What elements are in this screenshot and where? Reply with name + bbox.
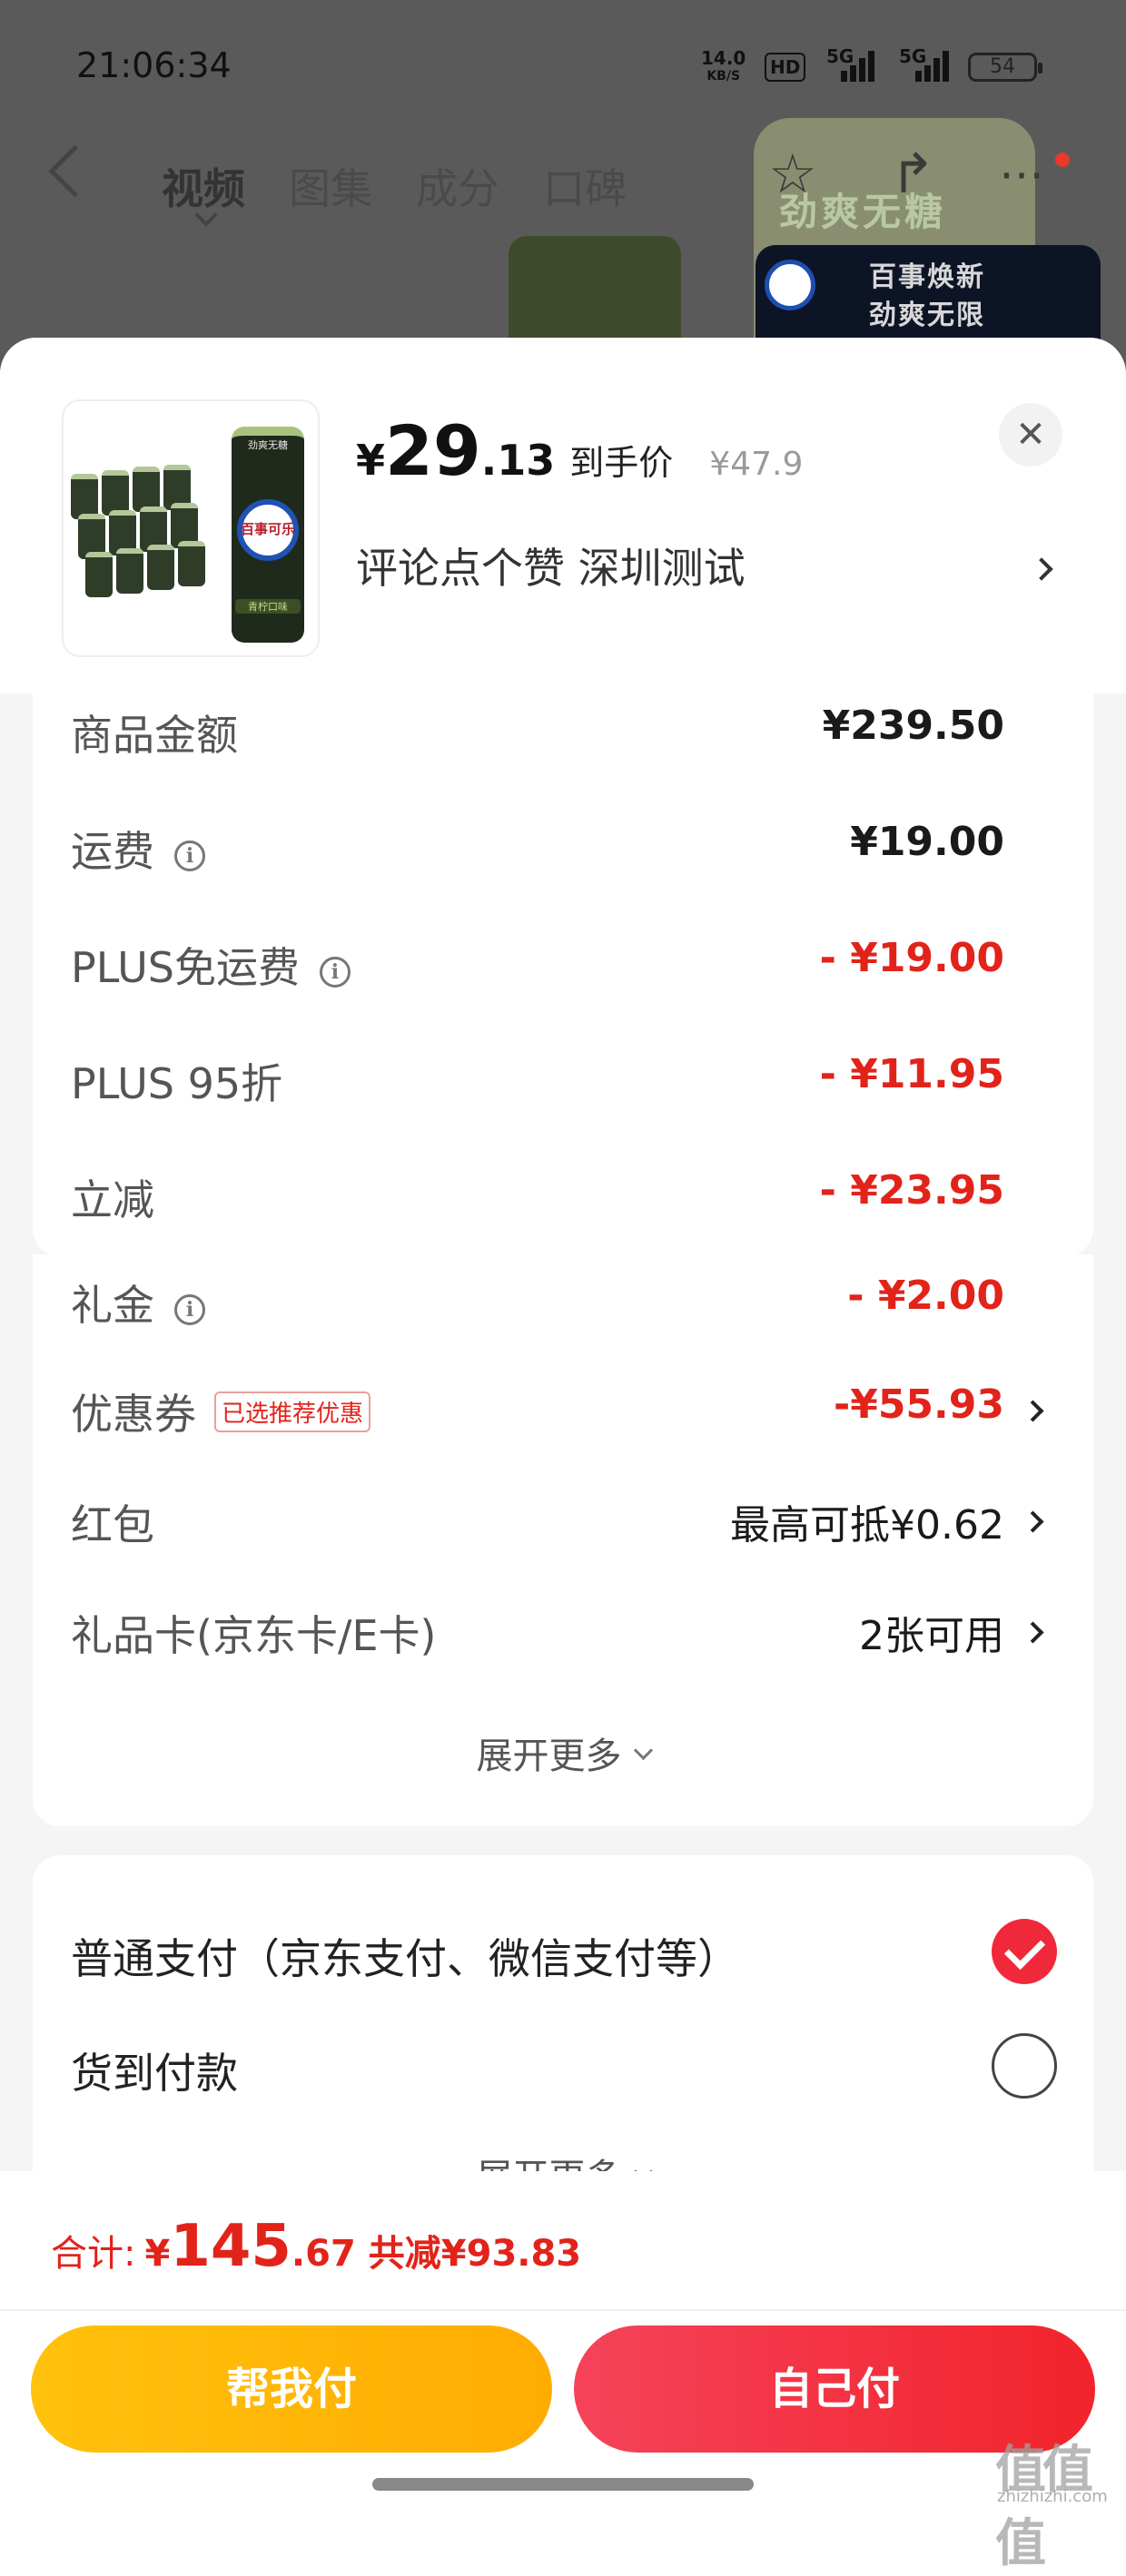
final-price-label: 到手价 [569, 443, 674, 483]
radio-unselected-icon[interactable] [992, 2033, 1057, 2099]
info-icon[interactable]: i [319, 957, 351, 988]
tab-ingredients[interactable]: 成分 [416, 156, 499, 216]
fee-row-plus-free-shipping: PLUS免运费 i - ¥19.00 [71, 935, 1004, 992]
pepsi-logo-icon [765, 260, 815, 310]
checkout-footer: 合计: ¥ 145 .67 共减¥93.83 帮我付 自己付 [0, 2171, 1126, 2516]
chevron-right-icon[interactable] [1022, 1510, 1044, 1533]
final-price: ¥ 29 .13 到手价 ¥47.9 [356, 410, 804, 491]
info-icon[interactable]: i [174, 1294, 205, 1325]
notification-dot [1055, 152, 1070, 167]
total-savings: 共减¥93.83 [368, 2233, 582, 2275]
home-indicator[interactable] [372, 2478, 754, 2491]
chevron-right-icon[interactable] [1022, 1400, 1044, 1422]
fee-breakdown-card-continued: 礼金 i - ¥2.00 优惠券 已选推荐优惠 -¥55.93 红包 最高可抵¥0.… [33, 1254, 1093, 1826]
fee-row-shipping: 运费 i ¥19.00 [71, 819, 1004, 876]
order-total: 合计: ¥ 145 .67 共减¥93.83 [51, 2213, 582, 2280]
payment-option-normal[interactable]: 普通支付（京东支付、微信支付等） [71, 1926, 739, 1986]
chevron-down-icon [633, 1740, 653, 1761]
divider [0, 2309, 1126, 2311]
tab-gallery[interactable]: 图集 [289, 156, 372, 216]
fee-row-goods-amount: 商品金额 ¥239.50 [71, 703, 1004, 760]
multipack-image [71, 465, 216, 597]
expand-more-fees[interactable]: 展开更多 [33, 1726, 1093, 1779]
fee-row-gift-card[interactable]: 礼品卡(京东卡/E卡) 2张可用 [33, 1603, 1093, 1676]
can-image: 劲爽无糖 百事可乐 青柠口味 [232, 427, 304, 643]
radio-selected-icon[interactable] [992, 1919, 1057, 1984]
product-tabs: 视频 图集 成分 口碑 [162, 156, 627, 216]
fee-row-plus-discount: PLUS 95折 - ¥11.95 [71, 1051, 1004, 1108]
product-page-background: 劲爽无糖 百事焕新 劲爽无限 21:06:34 14.0 KB/S HD 5G … [0, 0, 1126, 381]
more-options-icon[interactable]: ⋯ [999, 147, 1044, 202]
badge-line-1: 百事焕新 [869, 261, 985, 293]
badge-line-2: 劲爽无限 [869, 300, 985, 331]
fee-row-instant-discount: 立减 - ¥23.95 [71, 1167, 1004, 1224]
recommended-coupon-badge: 已选推荐优惠 [214, 1391, 371, 1432]
tab-reviews[interactable]: 口碑 [543, 156, 627, 216]
fee-row-gift-money: 礼金 i - ¥2.00 [71, 1273, 1004, 1330]
close-icon[interactable]: ✕ [999, 403, 1062, 467]
share-icon[interactable]: ↱ [890, 147, 935, 202]
status-time: 21:06:34 [76, 45, 232, 85]
network-speed: 14.0 KB/S [701, 47, 746, 84]
fee-row-coupon[interactable]: 优惠券 已选推荐优惠 -¥55.93 [33, 1381, 1093, 1454]
info-icon[interactable]: i [174, 841, 205, 871]
battery-icon: 54 [968, 53, 1042, 82]
payment-option-cod[interactable]: 货到付款 [71, 2040, 238, 2100]
product-summary: 劲爽无糖 百事可乐 青柠口味 ¥ 29 .13 到手价 ¥47.9 评论点个赞 … [0, 338, 1126, 693]
product-spec-selector[interactable]: 评论点个赞 深圳测试 [356, 536, 746, 595]
product-thumbnail: 劲爽无糖 百事可乐 青柠口味 [64, 401, 318, 655]
watermark-url: zhizhizhi.com [997, 2487, 1108, 2506]
chevron-right-icon[interactable] [1022, 1621, 1044, 1644]
back-icon[interactable] [48, 144, 102, 198]
fee-breakdown-card: 商品金额 ¥239.50 运费 i ¥19.00 PLUS免运费 i - ¥19.0… [33, 693, 1093, 1256]
original-price: ¥47.9 [709, 446, 804, 483]
favorite-star-icon[interactable]: ☆ [768, 147, 817, 202]
chevron-right-icon[interactable] [1030, 557, 1053, 581]
hd-icon: HD [765, 53, 806, 82]
signal-bars-icon [912, 51, 952, 82]
help-me-pay-button[interactable]: 帮我付 [31, 2325, 552, 2453]
fee-row-red-packet[interactable]: 红包 最高可抵¥0.62 [33, 1492, 1093, 1565]
signal-bars-icon [837, 51, 877, 82]
